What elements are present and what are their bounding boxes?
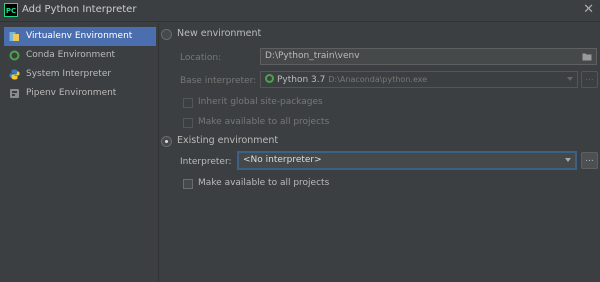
sidebar-item-label: Conda Environment: [26, 50, 116, 60]
python-icon: [9, 69, 20, 80]
base-interpreter-select[interactable]: Python 3.7 D:\Anaconda\python.exe: [260, 71, 578, 88]
pycharm-logo-icon: PC: [4, 3, 18, 17]
virtualenv-icon: [9, 32, 19, 41]
environment-type-list: Virtualenv Environment Conda Environment…: [0, 23, 160, 282]
new-environment-label: New environment: [177, 28, 262, 39]
new-environment-radio[interactable]: [161, 29, 172, 40]
sidebar-item-system-interpreter[interactable]: System Interpreter: [4, 65, 156, 84]
close-button[interactable]: ✕: [583, 2, 594, 17]
location-value: D:\Python_train\venv: [265, 51, 360, 61]
chevron-down-icon: [567, 77, 573, 81]
new-env-available-checkbox[interactable]: [183, 118, 193, 128]
sidebar-item-pipenv[interactable]: Pipenv Environment: [4, 84, 156, 103]
existing-environment-radio[interactable]: [161, 136, 172, 147]
base-interpreter-label: Base interpreter:: [180, 76, 257, 86]
sidebar-divider: [158, 23, 159, 282]
conda-icon: [9, 50, 20, 61]
existing-env-available-label: Make available to all projects: [198, 178, 330, 188]
title-bar: PC Add Python Interpreter ✕: [0, 0, 600, 22]
sidebar-item-conda[interactable]: Conda Environment: [4, 46, 156, 65]
existing-environment-label: Existing environment: [177, 135, 279, 146]
base-interpreter-browse-button[interactable]: ...: [581, 71, 598, 88]
sidebar-item-virtualenv[interactable]: Virtualenv Environment: [4, 27, 156, 46]
inherit-packages-label: Inherit global site-packages: [198, 97, 323, 107]
sidebar-item-label: System Interpreter: [26, 69, 112, 79]
interpreter-select[interactable]: <No interpreter>: [238, 152, 576, 169]
location-label: Location:: [180, 53, 222, 63]
sidebar-item-label: Virtualenv Environment: [26, 31, 133, 41]
interpreter-label: Interpreter:: [180, 157, 232, 167]
chevron-down-icon: [565, 158, 571, 162]
conda-icon: [265, 74, 274, 83]
existing-env-available-checkbox[interactable]: [183, 179, 193, 189]
location-field[interactable]: D:\Python_train\venv: [260, 48, 597, 65]
interpreter-browse-button[interactable]: ...: [581, 152, 598, 169]
interpreter-value: <No interpreter>: [243, 155, 322, 165]
sidebar-item-label: Pipenv Environment: [26, 88, 117, 98]
pipenv-icon: [10, 89, 19, 98]
inherit-packages-checkbox[interactable]: [183, 98, 193, 108]
base-interpreter-version: Python 3.7: [277, 75, 326, 85]
window-title: Add Python Interpreter: [22, 4, 137, 15]
new-env-available-label: Make available to all projects: [198, 117, 330, 127]
folder-icon[interactable]: [582, 52, 592, 61]
base-interpreter-path: D:\Anaconda\python.exe: [328, 75, 428, 84]
